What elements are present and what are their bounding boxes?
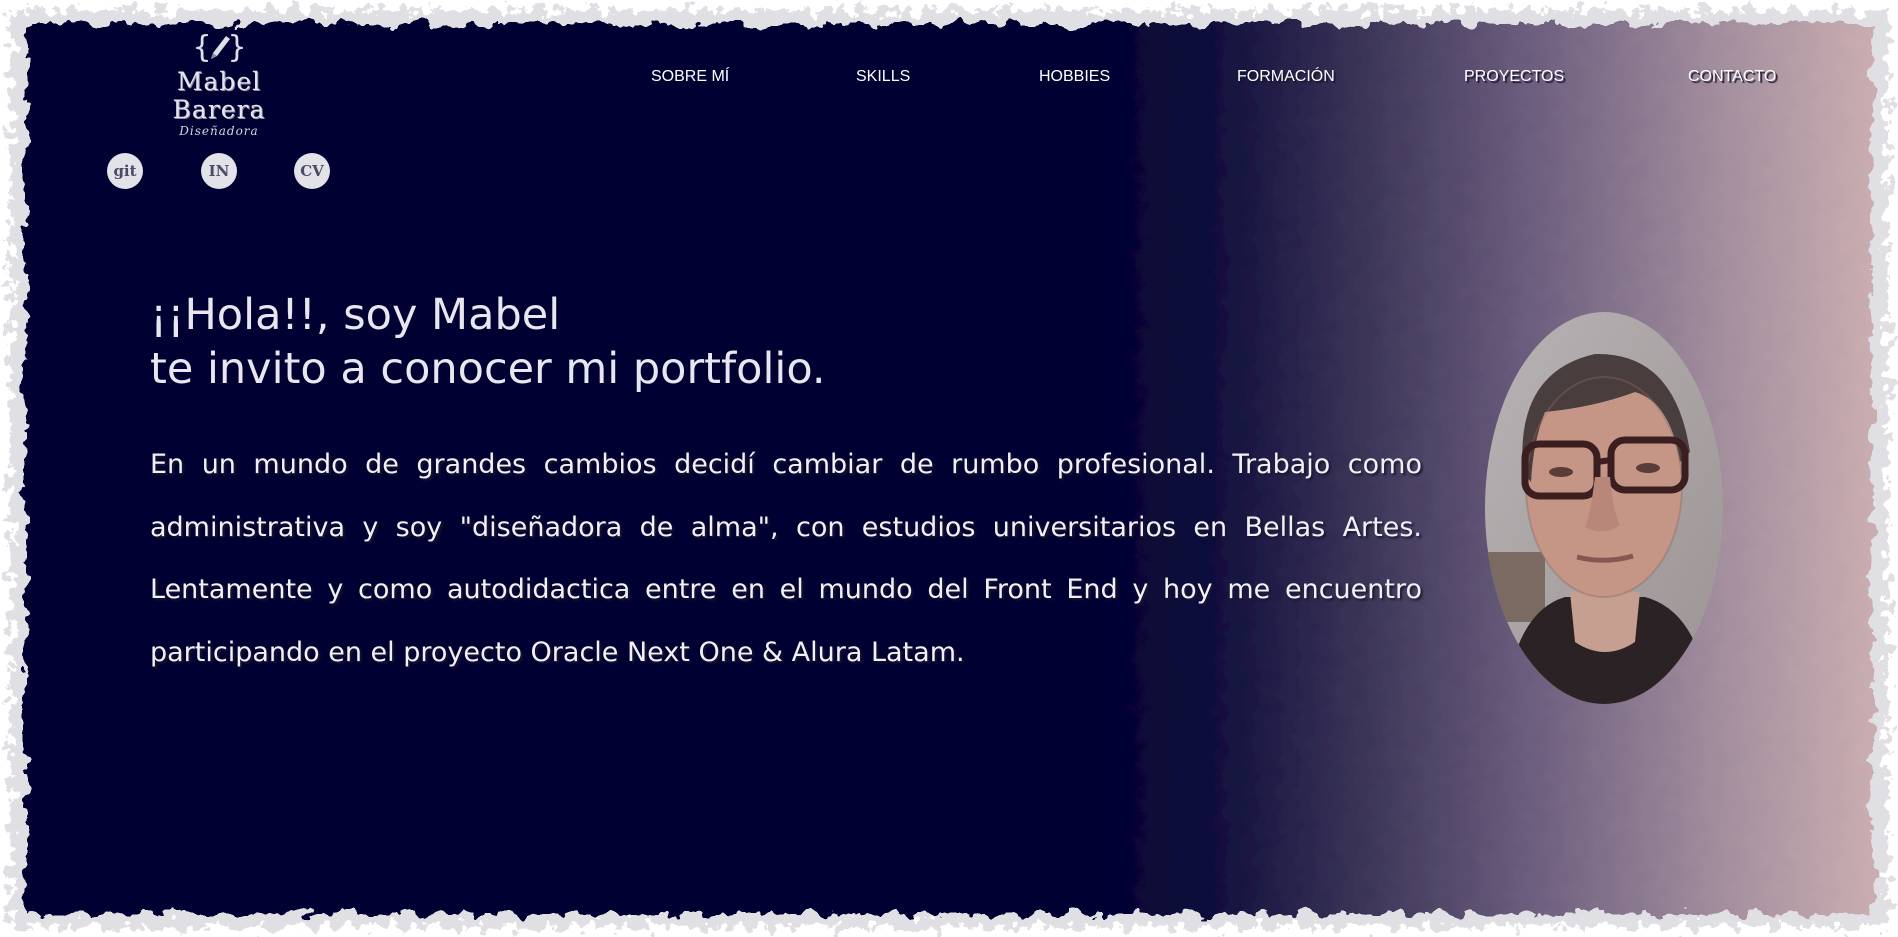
nav-item-proyectos[interactable]: PROYECTOS <box>1464 68 1564 86</box>
hero-heading: ¡¡Hola!!, soy Mabel te invito a conocer … <box>150 288 1050 396</box>
profile-photo <box>1485 312 1723 704</box>
main-nav: SOBRE MÍ SKILLS HOBBIES FORMACIÓN PROYEC… <box>0 68 1898 92</box>
pencil-braces-icon: { } <box>193 30 246 65</box>
cv-link[interactable]: CV <box>294 153 330 189</box>
nav-item-contacto[interactable]: CONTACTO <box>1688 68 1776 86</box>
github-link[interactable]: git <box>107 153 143 189</box>
hero-heading-line-2: te invito a conocer mi portfolio. <box>150 344 826 394</box>
svg-text:{: { <box>193 30 211 65</box>
nav-item-hobbies[interactable]: HOBBIES <box>1039 68 1110 86</box>
nav-item-skills[interactable]: SKILLS <box>856 68 910 86</box>
logo-subtitle: Diseñadora <box>179 124 259 138</box>
linkedin-icon: IN <box>208 162 230 180</box>
hero-section: { } Mabel Barera Diseñadora git IN CV SO… <box>0 0 1898 937</box>
nav-item-sobre-mi[interactable]: SOBRE MÍ <box>651 68 729 86</box>
hero-paragraph: En un mundo de grandes cambios decidí ca… <box>150 449 1422 668</box>
svg-text:}: } <box>228 30 246 65</box>
github-icon: git <box>113 162 137 180</box>
nav-item-formacion[interactable]: FORMACIÓN <box>1237 68 1335 86</box>
linkedin-link[interactable]: IN <box>201 153 237 189</box>
hero-heading-line-1: ¡¡Hola!!, soy Mabel <box>150 290 561 340</box>
cv-icon: CV <box>300 162 324 180</box>
